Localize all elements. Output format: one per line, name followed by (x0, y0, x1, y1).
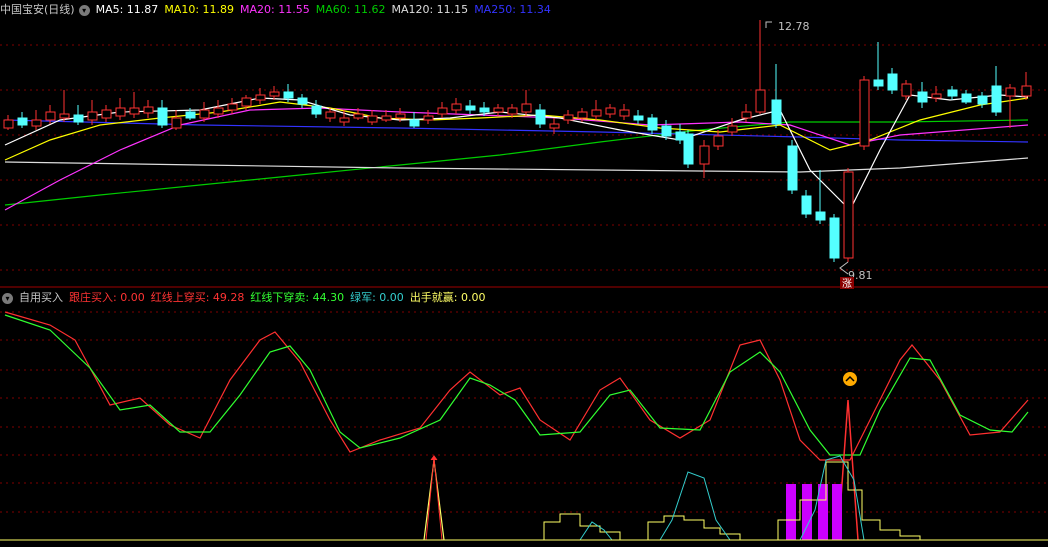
candle-body (87, 111, 98, 121)
candle-body (977, 95, 988, 105)
candle-body (269, 91, 280, 97)
candlesticks (3, 20, 1032, 262)
high-marker (765, 21, 772, 28)
candle-body (647, 117, 658, 131)
candle-body (31, 119, 42, 127)
candle-body (241, 97, 252, 107)
candle-body (73, 114, 84, 123)
candle-body (395, 113, 406, 119)
candle-body (157, 107, 168, 126)
candle-body (755, 89, 766, 113)
limit-up-badge-text: 涨 (842, 278, 852, 290)
grid-lines (0, 44, 1048, 513)
ma60-line (4, 119, 1029, 206)
candle-body (129, 107, 140, 115)
high-price-label: 12.78 (778, 20, 810, 33)
candle-body (815, 211, 826, 221)
candle-body (451, 103, 462, 111)
kline-chart[interactable]: 12.78 9.81 涨 (0, 0, 1048, 547)
candle-body (563, 114, 574, 121)
candle-body (619, 109, 630, 117)
yellow-steps (777, 461, 921, 540)
candle-body (727, 125, 738, 133)
candle-body (353, 113, 364, 119)
candle-body (17, 117, 28, 126)
candle-body (535, 109, 546, 125)
spike-arrow (430, 455, 438, 461)
indicator-bars (0, 399, 1048, 541)
candle-body (185, 111, 196, 119)
candle-body (101, 109, 112, 119)
candle-body (577, 111, 588, 119)
candle-body (507, 107, 518, 115)
candle-body (115, 107, 126, 117)
candle-body (339, 117, 350, 123)
candle-body (409, 119, 420, 127)
candle-body (741, 111, 752, 119)
candle-body (887, 73, 898, 91)
candle-body (311, 105, 322, 115)
candle-body (143, 106, 154, 114)
candle-body (3, 119, 14, 129)
candle-body (521, 103, 532, 113)
indicator-bar (832, 484, 842, 540)
green-line (4, 314, 1029, 456)
candle-body (297, 97, 308, 105)
candle-body (549, 123, 560, 129)
candle-body (829, 217, 840, 259)
indicator-lines (4, 311, 1029, 461)
candle-body (787, 145, 798, 191)
candle-body (947, 89, 958, 97)
candle-body (591, 109, 602, 117)
indicator-bar (802, 484, 812, 540)
candle-body (479, 107, 490, 113)
candle-body (961, 93, 972, 103)
red-line (4, 311, 1029, 461)
candle-body (465, 105, 476, 111)
candle-body (699, 145, 710, 165)
candle-body (873, 79, 884, 87)
candle-body (859, 79, 870, 147)
candle-body (367, 115, 378, 123)
cyan-steps (579, 521, 613, 541)
candle-body (325, 111, 336, 119)
candle-body (901, 83, 912, 97)
candle-body (255, 94, 266, 101)
candle-body (45, 111, 56, 121)
candle-body (683, 133, 694, 165)
candle-body (227, 103, 238, 111)
candle-body (381, 115, 392, 121)
candle-body (917, 91, 928, 103)
candle-body (283, 91, 294, 99)
candle-body (843, 171, 854, 259)
spike-red (425, 457, 443, 541)
candle-body (1021, 85, 1032, 97)
candle-body (493, 107, 504, 113)
candle-body (771, 99, 782, 125)
candle-body (59, 113, 70, 119)
candle-body (661, 125, 672, 137)
candle-body (991, 85, 1002, 113)
ma10-line (4, 97, 1029, 161)
low-marker (839, 261, 849, 275)
candle-body (171, 117, 182, 129)
candle-body (213, 107, 224, 115)
candle-body (423, 115, 434, 121)
candle-body (1005, 87, 1016, 97)
buy-signal-icon (843, 372, 857, 386)
candle-body (931, 93, 942, 99)
candle-body (713, 135, 724, 147)
candle-body (633, 115, 644, 121)
candle-body (199, 109, 210, 119)
candle-body (605, 107, 616, 115)
candle-body (801, 195, 812, 215)
candle-body (437, 107, 448, 115)
indicator-bar (786, 484, 796, 540)
